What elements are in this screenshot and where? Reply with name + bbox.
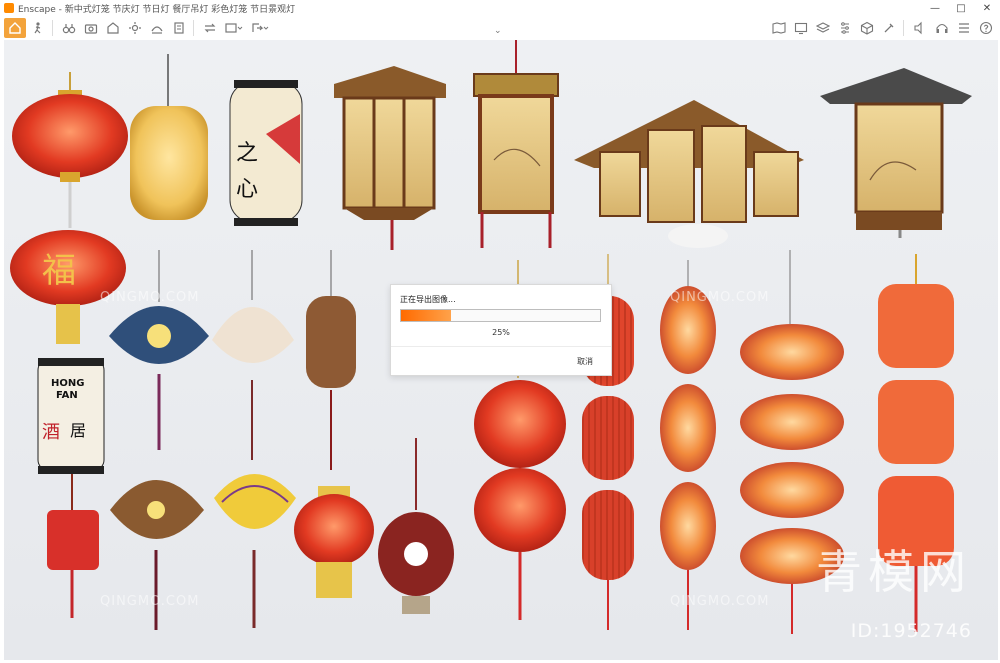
layers-icon — [816, 22, 830, 33]
lantern-white-onion — [212, 250, 294, 460]
lantern-wooden-square-dragon — [820, 68, 972, 238]
sun-button[interactable] — [125, 18, 145, 38]
help-icon — [979, 21, 993, 35]
camera-icon — [84, 24, 98, 34]
asset-library-icon — [959, 23, 969, 33]
lantern-hongfan-white: HONG FAN 酒 居 — [37, 358, 105, 474]
close-button[interactable]: ✕ — [974, 0, 1000, 16]
lantern-brown-oval — [306, 250, 356, 470]
lantern-orange-cage-stack — [660, 260, 716, 630]
walk-mode-button[interactable] — [28, 18, 48, 38]
minimize-button[interactable]: — — [922, 0, 948, 16]
progress-percent: 25% — [492, 328, 510, 337]
headset-icon — [936, 23, 948, 33]
watermark: QINGMO.COM — [100, 290, 200, 305]
dialog-title: 正在导出图像... — [400, 295, 456, 304]
sound-icon — [914, 21, 922, 35]
lantern-red-round — [12, 72, 128, 228]
lantern-wooden-palace-chandelier — [574, 100, 804, 248]
id-watermark: ID:1952746 — [850, 620, 972, 642]
lantern-dark-red-hanging — [378, 438, 454, 614]
toolbar-divider — [193, 20, 194, 36]
headset-button[interactable] — [932, 18, 952, 38]
camera-button[interactable] — [81, 18, 101, 38]
progress-fill — [401, 310, 451, 321]
sync-button[interactable] — [200, 18, 220, 38]
sky-button[interactable] — [147, 18, 167, 38]
svg-text:之: 之 — [236, 141, 258, 166]
lantern-wooden-square-bird — [473, 40, 559, 248]
window-controls: — □ ✕ — [922, 0, 1000, 16]
svg-text:福: 福 — [42, 251, 76, 291]
cube-button[interactable] — [857, 18, 877, 38]
title-bar: Enscape - 新中式灯笼 节庆灯 节日灯 餐厅吊灯 彩色灯笼 节日景观灯 … — [0, 0, 1000, 16]
screen-button[interactable] — [791, 18, 811, 38]
tools-button[interactable] — [879, 18, 899, 38]
svg-text:FAN: FAN — [56, 390, 78, 401]
home-button[interactable] — [4, 18, 26, 38]
enscape-logo-icon — [4, 3, 14, 13]
tools-icon — [884, 23, 894, 33]
asset-library-button[interactable] — [954, 18, 974, 38]
binoculars-button[interactable] — [59, 18, 79, 38]
toolbar-right — [767, 16, 996, 40]
help-button[interactable] — [976, 18, 996, 38]
layers-button[interactable] — [813, 18, 833, 38]
settings-button[interactable] — [835, 18, 855, 38]
lantern-yellow-cylinder — [130, 54, 208, 220]
lantern-red-round-yellow — [294, 486, 374, 598]
walk-icon — [34, 22, 41, 34]
svg-text:HONG: HONG — [51, 378, 84, 389]
sync-icon — [204, 23, 216, 33]
lantern-blue-gold — [109, 250, 209, 450]
lantern-wooden-hexagonal — [334, 66, 446, 250]
toolbar-divider — [903, 20, 904, 36]
export-dialog: 正在导出图像... 25% 取消 — [390, 284, 612, 376]
book-icon — [174, 22, 184, 34]
views-icon — [225, 23, 243, 33]
views-button[interactable] — [222, 18, 246, 38]
screen-icon — [794, 22, 808, 35]
svg-text:居: 居 — [70, 421, 86, 440]
brand-watermark: 青模网 — [816, 545, 972, 599]
map-button[interactable] — [769, 18, 789, 38]
window-title: Enscape - 新中式灯笼 节庆灯 节日灯 餐厅吊灯 彩色灯笼 节日景观灯 — [18, 4, 296, 15]
home-icon — [9, 22, 21, 34]
export-button[interactable] — [248, 18, 272, 38]
chevron-down-icon[interactable]: ⌄ — [494, 26, 502, 36]
book-button[interactable] — [169, 18, 189, 38]
cube-icon — [860, 21, 874, 35]
sun-icon — [129, 22, 141, 34]
house-icon — [107, 22, 119, 34]
sky-icon — [151, 26, 163, 34]
sound-button[interactable] — [910, 18, 930, 38]
house-button[interactable] — [103, 18, 123, 38]
lantern-white-japanese: 之 心 — [229, 80, 303, 226]
progress-bar — [400, 309, 601, 322]
binoculars-icon — [62, 24, 76, 34]
watermark: QINGMO.COM — [670, 290, 770, 305]
settings-icon — [841, 22, 849, 34]
toolbar-divider — [52, 20, 53, 36]
lantern-red-small — [47, 474, 99, 618]
svg-text:酒: 酒 — [42, 422, 60, 443]
export-icon — [252, 23, 269, 32]
watermark: QINGMO.COM — [100, 594, 200, 609]
watermark: QINGMO.COM — [670, 594, 770, 609]
svg-text:心: 心 — [236, 177, 258, 202]
maximize-button[interactable]: □ — [948, 0, 974, 16]
dialog-divider — [391, 346, 611, 347]
lantern-fu-red: 福 — [10, 230, 126, 344]
map-icon — [772, 22, 786, 34]
cancel-button[interactable]: 取消 — [577, 356, 593, 367]
lantern-yellow-onion — [214, 474, 296, 628]
